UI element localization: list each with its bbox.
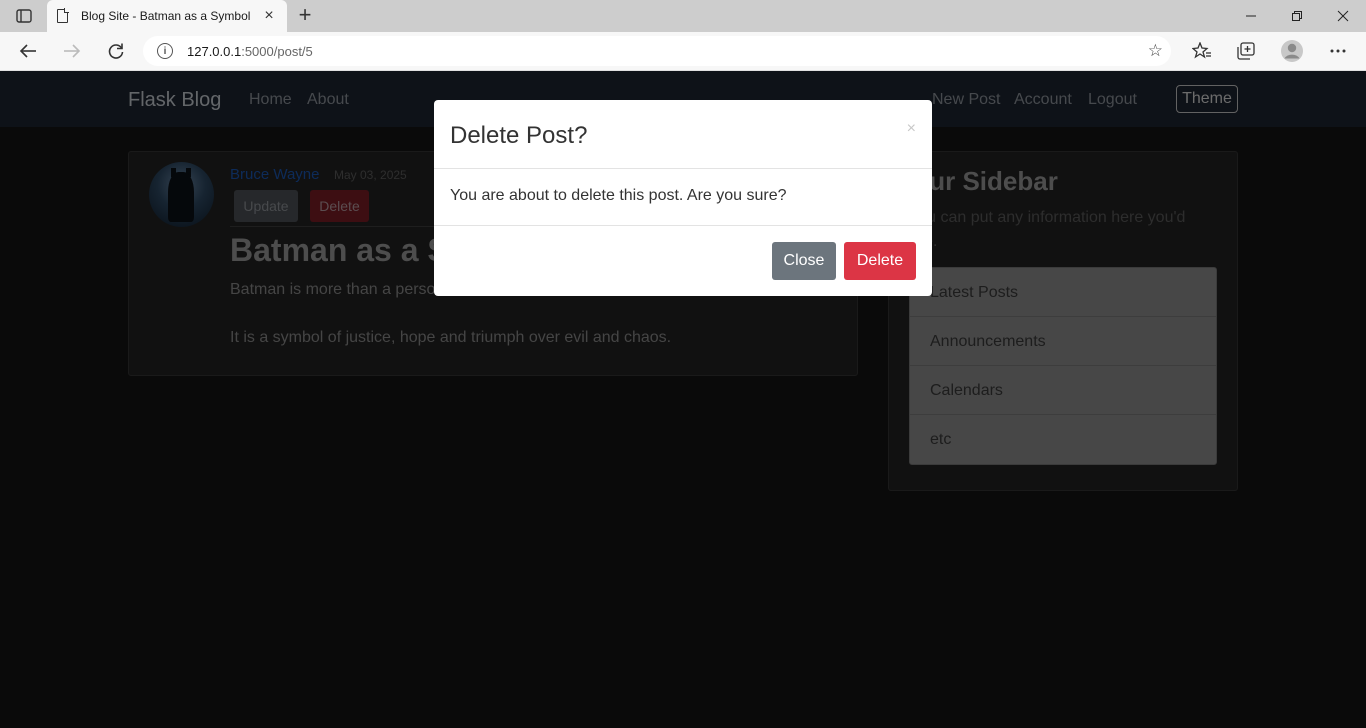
close-button[interactable]: Close xyxy=(772,242,836,280)
info-icon[interactable]: i xyxy=(157,43,173,59)
profile-icon[interactable] xyxy=(1276,36,1308,66)
reload-icon[interactable] xyxy=(100,36,132,66)
collections-icon[interactable] xyxy=(1230,36,1262,66)
url-host: 127.0.0.1 xyxy=(187,43,242,59)
url-path: :5000/post/5 xyxy=(241,43,313,59)
delete-button[interactable]: Delete xyxy=(844,242,916,280)
modal-body: You are about to delete this post. Are y… xyxy=(450,187,787,204)
plus-icon[interactable]: + xyxy=(293,4,317,28)
browser-tab[interactable]: Blog Site - Batman as a Symbol × xyxy=(47,0,287,32)
browser-tabstrip: Blog Site - Batman as a Symbol × + xyxy=(0,0,1366,32)
back-icon[interactable] xyxy=(12,36,44,66)
modal-header: Delete Post? × xyxy=(434,100,932,169)
minimize-icon[interactable] xyxy=(1228,0,1274,32)
restore-icon[interactable] xyxy=(1274,0,1320,32)
document-icon xyxy=(57,8,69,23)
delete-modal: Delete Post? × You are about to delete t… xyxy=(434,100,932,296)
forward-icon[interactable] xyxy=(56,36,88,66)
close-icon[interactable]: × xyxy=(261,8,277,24)
more-icon[interactable] xyxy=(1322,36,1354,66)
favorite-add-icon[interactable]: ☆ xyxy=(1148,42,1163,60)
favorites-icon[interactable] xyxy=(1186,36,1218,66)
close-window-icon[interactable] xyxy=(1320,0,1366,32)
modal-footer: Close Delete xyxy=(434,225,932,296)
tab-actions-icon[interactable] xyxy=(12,6,36,26)
address-bar[interactable]: i 127.0.0.1:5000/post/5 ☆ xyxy=(143,36,1171,66)
modal-title: Delete Post? xyxy=(450,122,588,149)
tab-title: Blog Site - Batman as a Symbol xyxy=(81,9,251,23)
close-icon[interactable]: × xyxy=(907,120,916,138)
browser-toolbar: i 127.0.0.1:5000/post/5 ☆ xyxy=(0,32,1366,71)
